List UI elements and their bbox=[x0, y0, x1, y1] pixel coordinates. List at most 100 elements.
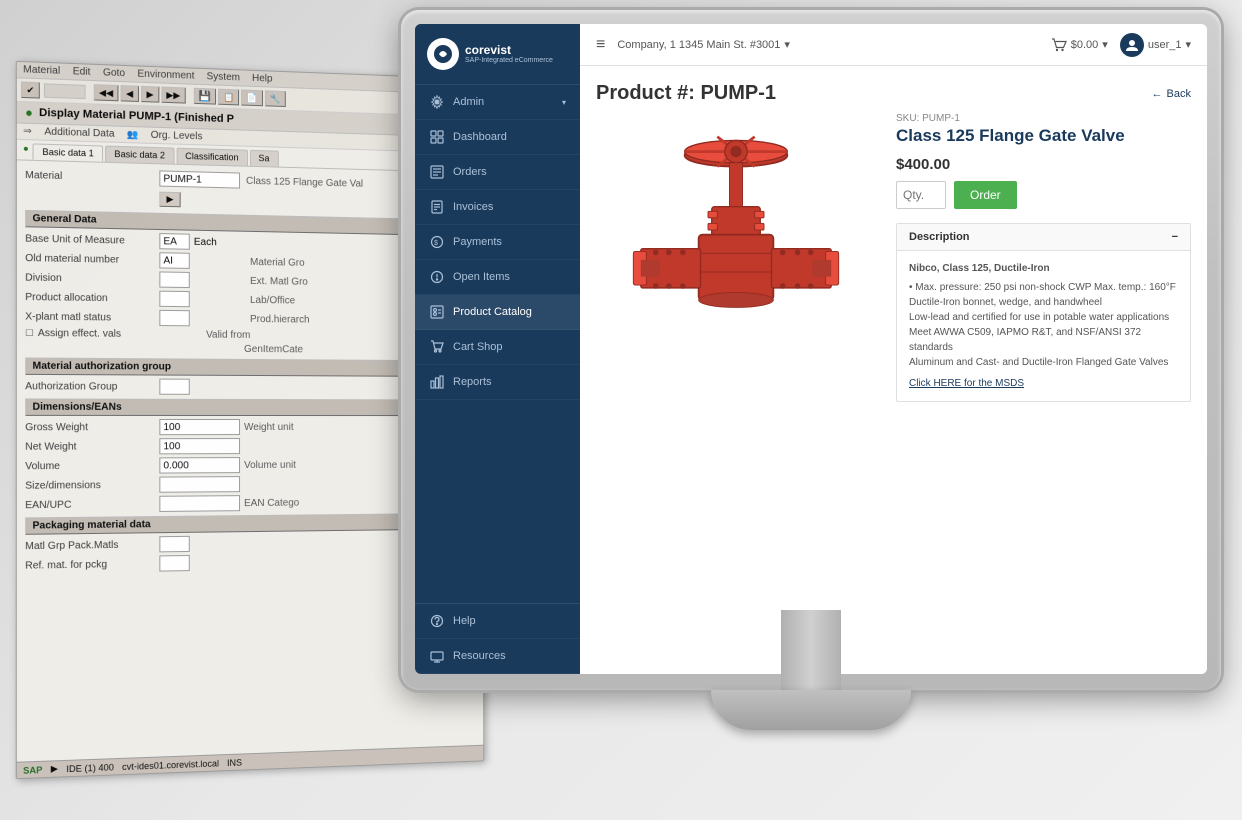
user-button[interactable]: user_1 ▾ bbox=[1120, 33, 1191, 57]
sidebar-item-orders[interactable]: Orders bbox=[415, 155, 580, 190]
reports-icon bbox=[429, 374, 445, 390]
toolbar-save[interactable]: 💾 bbox=[194, 88, 217, 105]
dashboard-icon bbox=[429, 129, 445, 145]
sidebar-item-resources[interactable]: Resources bbox=[415, 639, 580, 674]
sap-logo: SAP bbox=[23, 764, 42, 775]
net-wt-input[interactable] bbox=[159, 438, 240, 454]
assign-label: Assign effect. vals bbox=[38, 328, 162, 340]
product-body: SKU: PUMP-1 Class 125 Flange Gate Valve … bbox=[596, 113, 1191, 402]
sidebar-item-dashboard[interactable]: Dashboard bbox=[415, 120, 580, 155]
matl-grp-pack-input[interactable] bbox=[159, 536, 189, 553]
material-search-btn[interactable]: ▶ bbox=[159, 192, 180, 208]
ecom-app: corevist SAP-Integrated eCommerce bbox=[415, 24, 1207, 674]
sap-play[interactable]: ▶ bbox=[51, 763, 58, 775]
menu-system[interactable]: System bbox=[207, 71, 240, 83]
sidebar-cart-shop-label: Cart Shop bbox=[453, 341, 503, 353]
toolbar-shortcut2[interactable]: 📄 bbox=[241, 89, 262, 106]
sidebar-item-invoices[interactable]: Invoices bbox=[415, 190, 580, 225]
ean-label: EAN/UPC bbox=[25, 498, 159, 510]
ref-mat-label: Ref. mat. for pckg bbox=[25, 558, 159, 571]
toolbar-check[interactable]: ✔ bbox=[21, 82, 40, 99]
tab-basic-data-1[interactable]: Basic data 1 bbox=[33, 143, 103, 161]
toolbar-nav-last[interactable]: ▶▶ bbox=[161, 87, 185, 104]
prod-alloc-input[interactable] bbox=[159, 291, 189, 308]
ref-mat-input[interactable] bbox=[159, 555, 189, 572]
size-input[interactable] bbox=[159, 476, 240, 493]
division-input[interactable] bbox=[159, 271, 189, 288]
weight-unit-label: Weight unit bbox=[244, 421, 294, 432]
sidebar-item-help[interactable]: Help bbox=[415, 604, 580, 639]
description-body: Nibco, Class 125, Ductile-Iron • Max. pr… bbox=[897, 251, 1190, 401]
gear-icon bbox=[429, 94, 445, 110]
menu-help[interactable]: Help bbox=[252, 73, 272, 85]
collapse-icon[interactable]: − bbox=[1172, 231, 1178, 243]
assign-checkbox[interactable]: ☐ bbox=[25, 328, 33, 339]
material-input[interactable] bbox=[159, 170, 240, 188]
material-btn-label bbox=[25, 196, 159, 199]
logo-icon bbox=[427, 38, 459, 70]
sap-ide: IDE (1) 400 bbox=[66, 762, 114, 774]
menu-edit[interactable]: Edit bbox=[73, 66, 91, 78]
msds-link[interactable]: Click HERE for the MSDS bbox=[909, 376, 1178, 391]
scene: Material Edit Goto Environment System He… bbox=[21, 10, 1221, 810]
order-button[interactable]: Order bbox=[954, 181, 1017, 209]
invoices-icon bbox=[429, 199, 445, 215]
cart-icon bbox=[429, 339, 445, 355]
nav-org-levels[interactable]: Org. Levels bbox=[151, 130, 203, 143]
svg-text:$: $ bbox=[434, 240, 438, 247]
xplant-input[interactable] bbox=[159, 310, 189, 326]
monitor: corevist SAP-Integrated eCommerce bbox=[401, 10, 1221, 790]
cart-button[interactable]: $0.00 ▾ bbox=[1051, 38, 1108, 52]
toolbar-nav-prev[interactable]: ◀◀ bbox=[94, 84, 119, 101]
sap-server: cvt-ides01.corevist.local bbox=[122, 758, 219, 772]
hamburger-icon[interactable]: ≡ bbox=[596, 36, 605, 54]
matl-grp-label: Material Gro bbox=[250, 256, 305, 268]
nav-additional-data[interactable]: Additional Data bbox=[44, 126, 114, 139]
base-uom-input[interactable] bbox=[159, 233, 189, 250]
net-wt-label: Net Weight bbox=[25, 441, 159, 453]
sidebar-item-reports[interactable]: Reports bbox=[415, 365, 580, 400]
sidebar-product-catalog-label: Product Catalog bbox=[453, 306, 532, 318]
old-matl-input[interactable] bbox=[159, 252, 189, 269]
topbar-right: $0.00 ▾ bbox=[1051, 33, 1191, 57]
sidebar-item-cart-shop[interactable]: Cart Shop bbox=[415, 330, 580, 365]
menu-environment[interactable]: Environment bbox=[137, 69, 194, 82]
auth-grp-input[interactable] bbox=[159, 379, 189, 395]
product-price: $400.00 bbox=[896, 156, 1191, 173]
back-link[interactable]: ← Back bbox=[1152, 88, 1191, 100]
sidebar-invoices-label: Invoices bbox=[453, 201, 493, 213]
sidebar-resources-label: Resources bbox=[453, 650, 506, 662]
tab-sales[interactable]: Sa bbox=[250, 150, 279, 167]
menu-material[interactable]: Material bbox=[23, 64, 60, 77]
gross-wt-label: Gross Weight bbox=[25, 422, 159, 433]
volume-input[interactable] bbox=[159, 457, 240, 473]
tab-classification[interactable]: Classification bbox=[176, 148, 247, 166]
ecom-topbar: ≡ Company, 1 1345 Main St. #3001 ▾ bbox=[580, 24, 1207, 66]
toolbar-shortcut1[interactable]: 📋 bbox=[218, 89, 239, 106]
sidebar-item-payments[interactable]: $ Payments bbox=[415, 225, 580, 260]
company-chevron-icon[interactable]: ▾ bbox=[784, 38, 790, 51]
toolbar-nav-back[interactable]: ◀ bbox=[120, 85, 138, 102]
quantity-input[interactable] bbox=[896, 181, 946, 209]
toolbar-shortcut3[interactable]: 🔧 bbox=[265, 90, 286, 107]
product-image-area bbox=[596, 113, 876, 402]
sidebar-payments-label: Payments bbox=[453, 236, 502, 248]
menu-goto[interactable]: Goto bbox=[103, 67, 125, 79]
topbar-left: ≡ Company, 1 1345 Main St. #3001 ▾ bbox=[596, 36, 790, 54]
gross-wt-input[interactable] bbox=[159, 419, 240, 435]
material-desc: Class 125 Flange Gate Val bbox=[246, 175, 363, 189]
sidebar-item-open-items[interactable]: Open Items bbox=[415, 260, 580, 295]
ean-input[interactable] bbox=[159, 495, 240, 512]
volume-unit-label: Volume unit bbox=[244, 459, 296, 470]
sidebar-item-admin[interactable]: Admin ▾ bbox=[415, 85, 580, 120]
cart-price: $0.00 bbox=[1071, 39, 1099, 51]
monitor-stand-base bbox=[711, 690, 911, 730]
avatar bbox=[1120, 33, 1144, 57]
toolbar-field[interactable] bbox=[44, 83, 86, 99]
old-matl-label: Old material number bbox=[25, 252, 159, 266]
user-chevron-icon: ▾ bbox=[1185, 38, 1191, 51]
sidebar-item-product-catalog[interactable]: Product Catalog bbox=[415, 295, 580, 330]
xplant-label: X-plant matl status bbox=[25, 311, 159, 324]
tab-basic-data-2[interactable]: Basic data 2 bbox=[105, 146, 174, 164]
toolbar-nav-fwd[interactable]: ▶ bbox=[141, 86, 159, 103]
